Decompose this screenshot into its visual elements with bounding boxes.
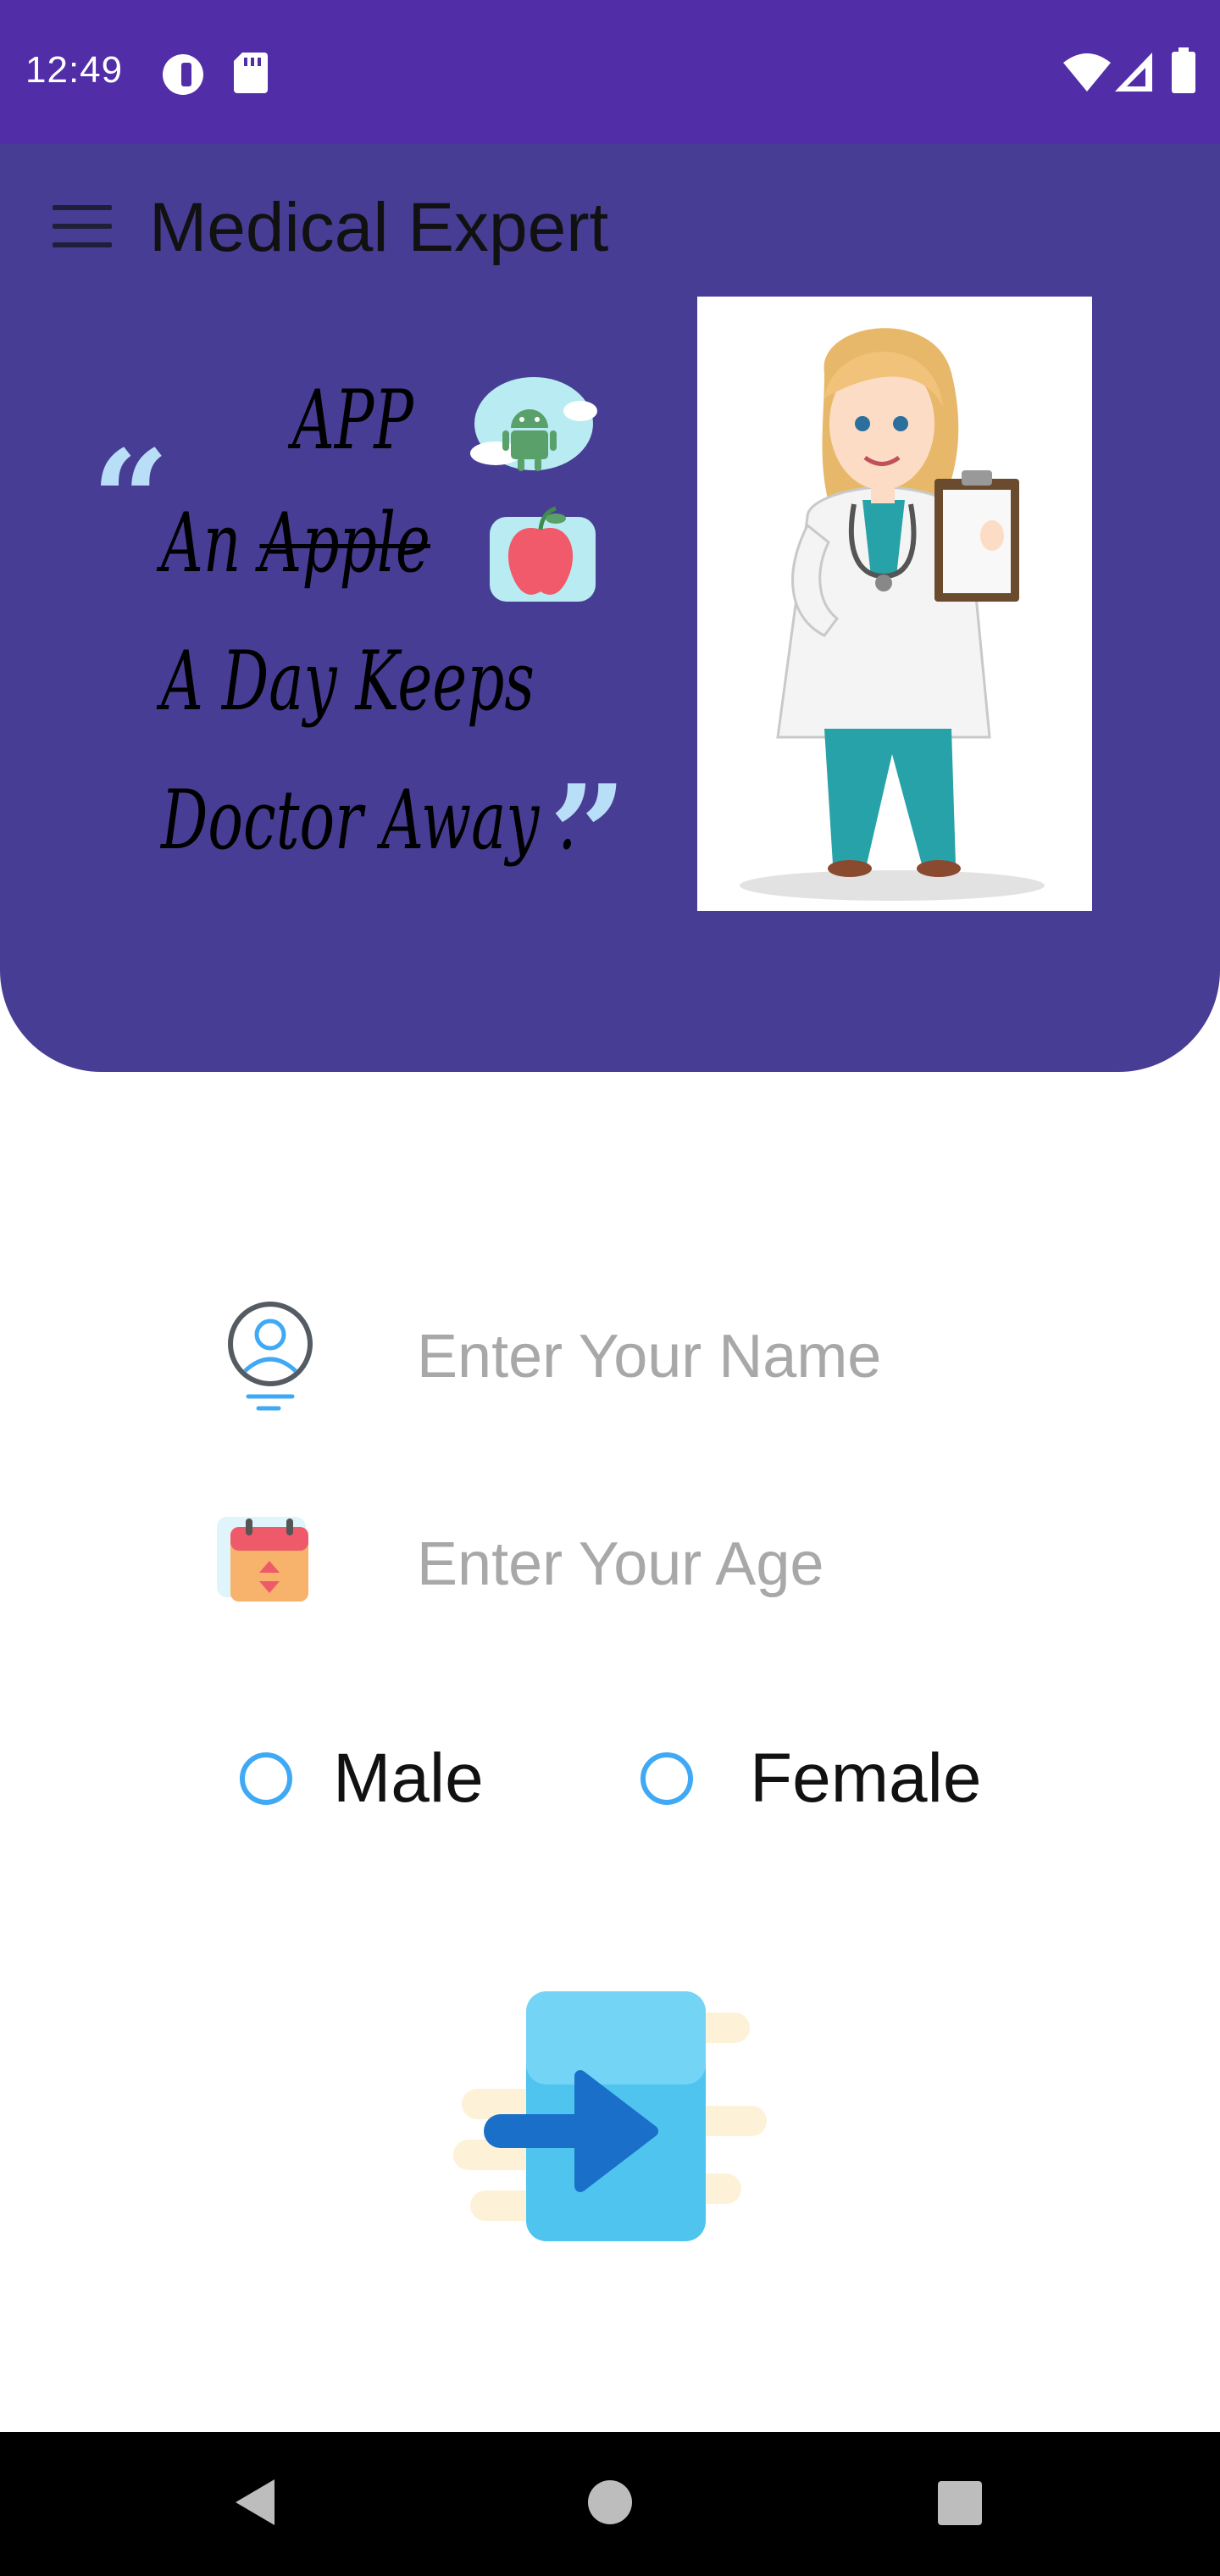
home-icon[interactable] [587, 2479, 633, 2525]
quote-line-apple: An Apple [161, 496, 430, 591]
apple-icon [490, 506, 596, 602]
quote-line-app: APP [292, 373, 413, 468]
quote-word-apple-struck: Apple [259, 496, 430, 591]
app-title: Medical Expert [149, 189, 609, 266]
recents-icon[interactable] [938, 2481, 982, 2525]
radio-male[interactable] [240, 1752, 292, 1805]
user-icon [228, 1302, 313, 1411]
radio-label-male[interactable]: Male [333, 1739, 484, 1818]
wifi-icon [1063, 53, 1111, 92]
status-bar: 12:49 [0, 0, 1220, 144]
radio-label-female[interactable]: Female [750, 1739, 981, 1818]
name-input[interactable] [415, 1309, 1062, 1404]
signal-icon [1115, 53, 1152, 92]
android-cloud-icon [470, 377, 597, 471]
age-input[interactable] [415, 1517, 1062, 1612]
close-quote-mark: ” [549, 755, 628, 914]
record-icon [163, 54, 203, 95]
open-quote-mark: “ [92, 420, 170, 580]
doctor-illustration [697, 297, 1092, 911]
radio-female[interactable] [640, 1752, 693, 1805]
calendar-icon [217, 1517, 308, 1602]
back-icon[interactable] [230, 2476, 278, 2529]
sd-card-icon [234, 53, 268, 93]
submit-button[interactable] [453, 1987, 767, 2250]
battery-icon [1172, 47, 1195, 93]
status-time: 12:49 [25, 49, 124, 91]
login-arrow-icon [453, 1991, 767, 2241]
system-nav-bar [0, 2432, 1220, 2576]
quote-line-day: A Day Keeps [161, 634, 535, 729]
quote-line-doctor: Doctor Away . [161, 773, 577, 868]
hamburger-menu-icon[interactable] [53, 205, 112, 256]
quote-word-an: An [161, 496, 260, 591]
